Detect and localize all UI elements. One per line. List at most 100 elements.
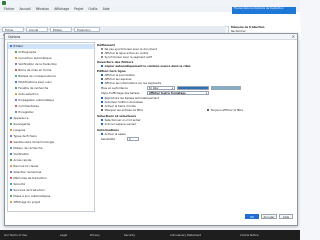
doc-tab[interactable]: Fichier [2,27,24,32]
tree-item[interactable]: Barre de mise en forme [8,68,94,73]
dialog-title: Options [8,35,21,39]
tree-item[interactable]: Affichage du projet [8,200,94,205]
color-swatch[interactable] [211,85,241,90]
tree-item-label: Services de traduction [13,188,45,192]
footer-link[interactable]: Privacy [90,230,100,240]
checkbox-label: Toujours afficher le filtre [210,108,244,112]
tree-item[interactable]: Apparence [8,116,94,121]
tree-item-label: Barre de mise en forme [18,68,52,72]
radio-icon [101,55,104,59]
highlight-select[interactable]: En tête [147,85,175,91]
ok-button[interactable]: OK [245,214,259,219]
tree-item[interactable]: Correction automatique [8,56,94,61]
tag-display-label: Style d'affichage des balises [101,91,140,95]
tree-item-label: Affichage du projet [13,200,41,204]
footer-link[interactable]: Anti-slavery Statement [170,230,201,240]
tree-item[interactable]: Éditeur [8,44,94,49]
tree-item[interactable]: Vérification de la traduction [8,62,94,67]
tree-item-label: Modifications avec suivi [18,80,52,84]
tree-item[interactable]: Orthographe [8,50,94,55]
tree-item-label: Propagation automatique [18,98,54,102]
color-swatch[interactable] [177,85,209,90]
checkbox-label: Afficher les informations sur les segmen… [104,81,162,85]
tree-item[interactable]: Gestionnaire de terminologie [8,140,94,145]
tree-item-label: Correction automatique [18,56,52,60]
checkbox-icon [101,104,104,108]
footer-link[interactable]: Legal [60,230,67,240]
tree-item-label: Moteur de recherche [13,146,43,150]
tree-item[interactable]: Auto-sélection [8,92,94,97]
tag-display-select[interactable]: Afficher tout le formatage [147,90,209,96]
sensitivity-stepper[interactable]: 0 [127,136,139,141]
checkbox-label: Copier automatiquement le contenu source… [104,64,191,68]
tree-item[interactable]: Raccourcis clavier [8,164,94,169]
tree-item-label: Orthographe [18,50,37,54]
tree-item[interactable]: Sauvegarde [8,122,94,127]
radio-icon [101,51,104,55]
tree-item-label: Auto-sélection [18,92,39,96]
tree-item[interactable]: Mises à jour automatiques [8,194,94,199]
tree-item[interactable]: Mémoires de traduction [8,176,94,181]
checkbox-icon [101,100,104,104]
checkbox-icon [101,132,104,136]
checkbox-icon [101,96,104,100]
tree-item[interactable]: Moteur de recherche [8,146,94,151]
checkbox-icon [101,73,104,77]
tree-item-label: Vérification [13,152,30,156]
tree-item[interactable]: Propagation automatique [8,98,94,103]
tree-item[interactable]: Modifications avec suivi [8,80,94,85]
tree-item-label: Types de fichiers [13,134,37,138]
tree-item[interactable]: Fenêtre de recherche [8,86,94,91]
tree-item-label: Fenêtre de recherche [18,86,49,90]
cancel-button[interactable]: Annuler [261,214,277,219]
doc-tab[interactable]: Éditeur [50,27,72,32]
checkbox-option[interactable]: Toujours afficher le filtre [207,108,243,112]
close-icon[interactable]: × [292,34,295,40]
tree-item[interactable]: Commentaires [8,104,94,109]
tree-item[interactable]: Sélection de termes [8,170,94,175]
tree-item-label: Mises à jour automatiques [13,194,51,198]
highlight-label: Mise en surbrillance [101,86,128,90]
footer-link[interactable]: Security [124,230,135,240]
tree-item[interactable]: Vérification [8,152,94,157]
tree-item-label: Vérification de la traduction [18,62,58,66]
tree-item-label: Raccourcis clavier [13,164,39,168]
checkbox-label: Activer la saisie [104,132,126,136]
radio-icon [101,47,104,51]
tree-item[interactable]: Types de fichiers [8,134,94,139]
tree-item[interactable]: Langues [8,128,94,133]
footer-link[interactable]: Cookie Notice [240,230,259,240]
checkbox-option[interactable]: Activer la saisie [101,132,126,136]
checkbox-option[interactable]: Masquer les entrées de filtre [101,108,143,112]
doc-tab[interactable]: Annulé [26,27,48,32]
tree-item-label: Enregistrer [18,110,34,114]
tree-item-label: Sélection de termes [13,170,42,174]
ribbon-toolbar [0,12,300,27]
dialog-title-bar: Options [5,34,297,40]
checkbox-option[interactable]: Inclure l'espace suivant [101,122,136,126]
tree-item[interactable]: Sécurité [8,182,94,187]
notification-banner[interactable]: Trouvé dans la mémoire de traduction [232,7,296,14]
doc-tab[interactable]: Traduction [74,27,100,32]
tree-item-label: Gestionnaire de terminologie [13,140,55,144]
checkbox-icon [101,81,104,85]
checkbox-icon [101,108,104,112]
sensitivity-label: Sensibilité [101,137,115,141]
tree-item[interactable]: Enregistrer [8,110,94,115]
checkbox-option[interactable]: Copier automatiquement le contenu source… [101,64,190,68]
options-tree[interactable]: Éditeur Orthographe Correction automatique… [7,42,95,212]
help-button[interactable]: Aide [279,214,293,219]
tree-item-label: Mémoires de traduction [13,176,47,180]
tree-item-label: Accès rapide [13,158,32,162]
site-footer: Our Terms of Use Legal Privacy Security … [0,230,300,240]
tree-item[interactable]: Accès rapide [8,158,94,163]
radio-option[interactable]: Synchroniser avec le segment actif [101,55,152,59]
tree-item[interactable]: Services de traduction [8,188,94,193]
tree-item[interactable]: Balises de correspondance [8,74,94,79]
checkbox-icon [101,77,104,81]
footer-link[interactable]: Our Terms of Use [4,230,27,240]
checkbox-icon [207,108,210,112]
tree-item-label: Sécurité [13,182,25,186]
tree-item-label: Balises de correspondance [18,74,56,78]
checkbox-option[interactable]: Afficher les informations sur les segmen… [101,81,161,85]
